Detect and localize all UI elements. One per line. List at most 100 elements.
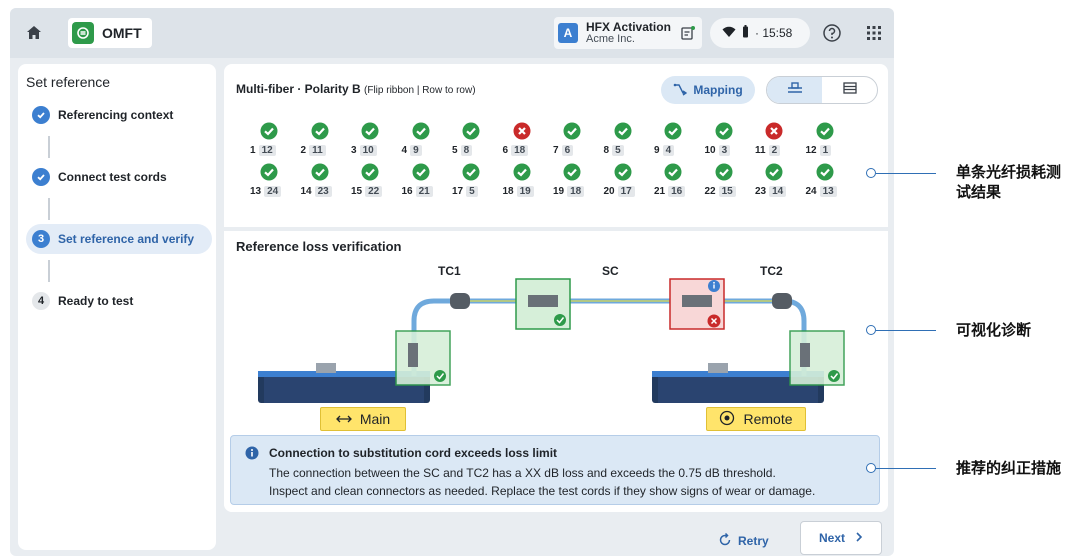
fiber-label: 21 16 — [654, 186, 686, 197]
fiber-result[interactable]: 24 13 — [806, 163, 848, 203]
fiber-view-tab[interactable] — [767, 77, 822, 103]
fiber-label: 22 15 — [705, 186, 736, 197]
fiber-label: 14 23 — [301, 186, 332, 197]
app-switcher[interactable]: OMFT — [68, 18, 152, 48]
verification-panel: Reference loss verification TC1 SC TC2 M… — [224, 231, 888, 512]
fiber-mapped-number: 1 — [819, 145, 832, 156]
fiber-mapped-number: 8 — [460, 145, 473, 156]
callout-line — [876, 330, 936, 331]
fiber-result[interactable]: 10 3 — [705, 122, 747, 162]
next-button[interactable]: Next — [800, 521, 882, 555]
callout-fiber-results: 单条光纤损耗测 试结果 — [956, 162, 1061, 202]
app-logo-icon — [72, 22, 94, 44]
fiber-result[interactable]: 12 1 — [806, 122, 848, 162]
battery-icon — [742, 25, 749, 41]
fiber-mapped-number: 22 — [365, 186, 383, 197]
fiber-number: 18 — [502, 186, 514, 197]
status-pill[interactable]: · 15:58 — [710, 18, 810, 48]
fiber-label: 16 21 — [402, 186, 433, 197]
chevron-right-icon — [855, 531, 863, 545]
fiber-label: 18 19 — [503, 186, 534, 197]
mapping-button[interactable]: Mapping — [661, 76, 755, 104]
fiber-result[interactable]: 19 18 — [553, 163, 595, 203]
fiber-result[interactable]: 49 — [402, 122, 444, 162]
fiber-number: 14 — [300, 186, 312, 197]
fiber-result[interactable]: 17 5 — [452, 163, 494, 203]
fiber-number: 5 — [452, 145, 458, 156]
retry-button[interactable]: Retry — [718, 528, 778, 554]
apps-grid-icon[interactable] — [862, 21, 886, 45]
check-circle-icon — [614, 163, 632, 181]
connector-view-icon — [786, 81, 804, 100]
fiber-result[interactable]: 14 23 — [301, 163, 343, 203]
fiber-label: 20 17 — [604, 186, 635, 197]
top-bar: OMFT A HFX Activation Acme Inc. · 15:58 — [10, 8, 894, 58]
fiber-label: 94 — [654, 145, 675, 156]
check-circle-icon — [32, 106, 50, 124]
remote-label: Remote — [743, 411, 793, 427]
fiber-result[interactable]: 13 24 — [250, 163, 292, 203]
main-panel: Multi-fiber · Polarity B (Flip ribbon | … — [224, 64, 888, 512]
fiber-result[interactable]: 85 — [604, 122, 646, 162]
fiber-number: 6 — [502, 145, 509, 156]
check-circle-icon — [462, 163, 480, 181]
fiber-number: 12 — [805, 145, 817, 156]
mapping-label: Mapping — [693, 83, 743, 97]
fiber-label: 15 22 — [351, 186, 383, 197]
table-view-icon — [842, 81, 857, 99]
fiber-result[interactable]: 20 17 — [604, 163, 646, 203]
fiber-label: 13 24 — [250, 186, 282, 197]
fiber-number: 20 — [603, 186, 615, 197]
fiber-mapped-number: 6 — [561, 145, 574, 156]
edit-notification-icon — [680, 25, 696, 46]
polarity-note: (Flip ribbon | Row to row) — [364, 85, 476, 96]
step-referencing-context[interactable]: Referencing context — [26, 100, 212, 130]
fiber-mapped-number: 3 — [718, 145, 731, 156]
fiber-number: 15 — [351, 186, 363, 197]
fiber-result[interactable]: 112 — [250, 122, 292, 162]
alert-title: Connection to substitution cord exceeds … — [269, 446, 558, 460]
alert-line-2: Inspect and clean connectors as needed. … — [269, 484, 816, 498]
fiber-result[interactable]: 22 15 — [705, 163, 747, 203]
fiber-result[interactable]: 15 22 — [351, 163, 393, 203]
step-connect-test-cords[interactable]: Connect test cords — [26, 162, 212, 192]
check-circle-icon — [664, 163, 682, 181]
step-set-reference-and-verify[interactable]: 3 Set reference and verify — [26, 224, 212, 254]
fiber-mapped-number: 4 — [662, 145, 675, 156]
error-circle-icon — [513, 122, 531, 140]
app-name: OMFT — [102, 25, 142, 41]
fiber-label: 85 — [604, 145, 624, 156]
steps-sidebar: Set reference Referencing context Connec… — [18, 64, 216, 550]
fiber-result[interactable]: 6 18 — [503, 122, 545, 162]
fiber-result[interactable]: 18 19 — [503, 163, 545, 203]
step-label: Connect test cords — [58, 170, 167, 184]
help-icon[interactable] — [820, 21, 844, 45]
clock-time: · 15:58 — [755, 26, 793, 40]
fiber-label: 3 10 — [351, 145, 377, 156]
fiber-result[interactable]: 112 — [755, 122, 797, 162]
callout-dot — [866, 463, 876, 473]
fiber-label: 19 18 — [553, 186, 585, 197]
license-chip[interactable]: A HFX Activation Acme Inc. — [554, 17, 702, 49]
retry-icon — [718, 532, 732, 550]
fiber-result[interactable]: 2 11 — [301, 122, 343, 162]
fiber-result[interactable]: 21 16 — [654, 163, 696, 203]
fiber-result[interactable]: 76 — [553, 122, 595, 162]
step-ready-to-test[interactable]: 4 Ready to test — [26, 286, 212, 316]
fiber-label: 58 — [452, 145, 473, 156]
alert-body: The connection between the SC and TC2 ha… — [269, 464, 869, 500]
fiber-label: 10 3 — [705, 145, 731, 156]
home-icon[interactable] — [22, 21, 46, 45]
fiber-result[interactable]: 94 — [654, 122, 696, 162]
check-circle-icon — [664, 122, 682, 140]
fiber-result[interactable]: 58 — [452, 122, 494, 162]
license-title: HFX Activation — [586, 20, 671, 34]
device-screen: OMFT A HFX Activation Acme Inc. · 15:58 … — [10, 8, 894, 556]
fiber-result[interactable]: 16 21 — [402, 163, 444, 203]
table-view-tab[interactable] — [822, 77, 877, 103]
fiber-number: 10 — [704, 145, 716, 156]
check-circle-icon — [715, 163, 733, 181]
license-org: Acme Inc. — [586, 33, 635, 45]
fiber-result[interactable]: 3 10 — [351, 122, 393, 162]
fiber-result[interactable]: 23 14 — [755, 163, 797, 203]
